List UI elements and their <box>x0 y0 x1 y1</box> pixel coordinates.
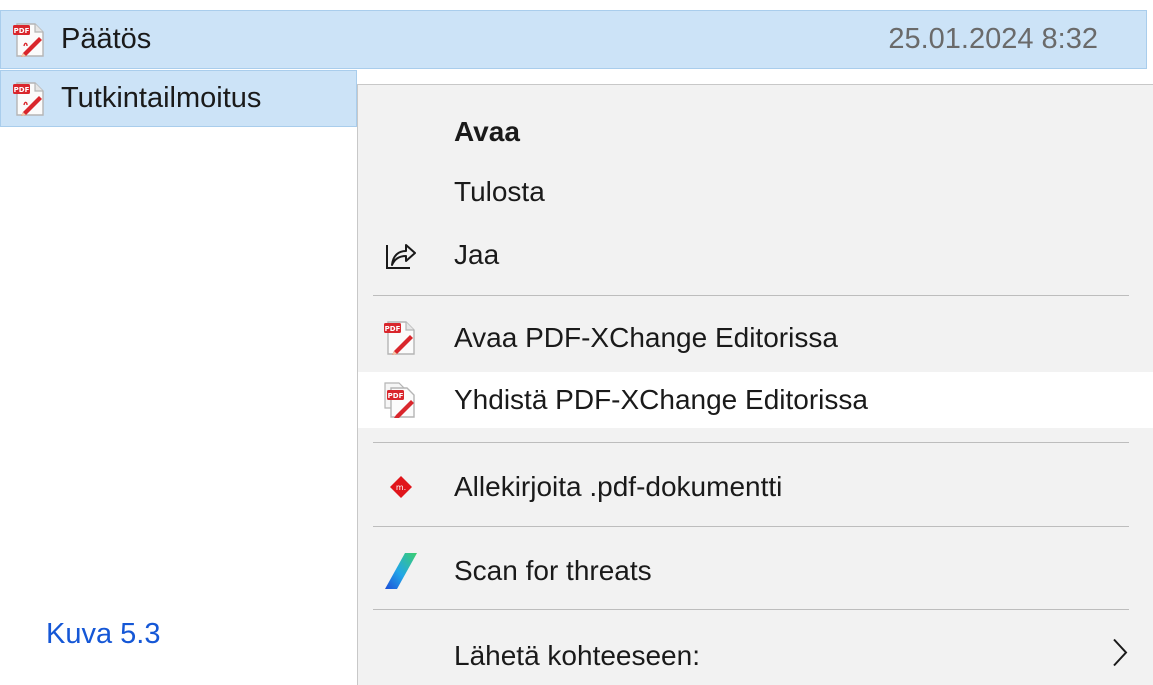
menu-item-print[interactable]: Tulosta <box>358 164 1153 220</box>
share-icon <box>378 239 424 271</box>
menu-separator <box>373 609 1129 610</box>
figure-caption: Kuva 5.3 <box>46 618 161 650</box>
sign-icon: m. <box>378 474 424 500</box>
menu-item-share[interactable]: Jaa <box>358 227 1153 283</box>
menu-separator <box>373 526 1129 527</box>
menu-item-send-to[interactable]: Lähetä kohteeseen: <box>358 628 1153 684</box>
svg-text:PDF: PDF <box>14 27 30 35</box>
svg-text:m.: m. <box>396 483 406 492</box>
menu-item-sign-pdf[interactable]: m. Allekirjoita .pdf-dokumentti <box>358 459 1153 515</box>
menu-item-open[interactable]: Avaa <box>358 104 1153 160</box>
menu-item-label: Lähetä kohteeseen: <box>454 640 700 671</box>
scan-icon <box>378 552 424 590</box>
file-date: 25.01.2024 8:32 <box>888 23 1098 55</box>
menu-item-label: Jaa <box>454 239 500 270</box>
menu-item-label: Avaa PDF-XChange Editorissa <box>454 322 838 353</box>
svg-text:PDF: PDF <box>388 392 404 400</box>
svg-text:PDF: PDF <box>14 86 30 94</box>
menu-item-open-in-pdf-xchange[interactable]: PDF Avaa PDF-XChange Editorissa <box>358 310 1153 366</box>
menu-separator <box>373 442 1129 443</box>
file-row-paatos[interactable]: PDF Päätös 25.01.2024 8:32 <box>0 10 1147 69</box>
menu-separator <box>373 295 1129 296</box>
file-name: Päätös <box>61 23 152 55</box>
menu-item-label: Avaa <box>454 116 520 147</box>
menu-item-label: Yhdistä PDF-XChange Editorissa <box>454 384 868 415</box>
pdf-file-icon: PDF <box>13 22 47 58</box>
file-row-tutkintailmoitus[interactable]: PDF Tutkintailmoitus <box>0 70 357 127</box>
svg-text:PDF: PDF <box>385 325 401 333</box>
file-name: Tutkintailmoitus <box>61 82 262 114</box>
menu-item-label: Allekirjoita .pdf-dokumentti <box>454 471 783 502</box>
chevron-right-icon <box>1111 638 1129 675</box>
menu-item-scan-for-threats[interactable]: Scan for threats <box>358 543 1153 599</box>
menu-item-combine-in-pdf-xchange[interactable]: PDF Yhdistä PDF-XChange Editorissa <box>358 372 1153 428</box>
menu-item-label: Scan for threats <box>454 555 652 586</box>
pdf-xchange-combine-icon: PDF <box>378 382 424 418</box>
pdf-file-icon: PDF <box>13 81 47 117</box>
menu-item-label: Tulosta <box>454 176 545 207</box>
pdf-xchange-icon: PDF <box>378 320 424 356</box>
context-menu: Avaa Tulosta Jaa PDF Avaa PDF-XChange Ed… <box>357 84 1153 685</box>
